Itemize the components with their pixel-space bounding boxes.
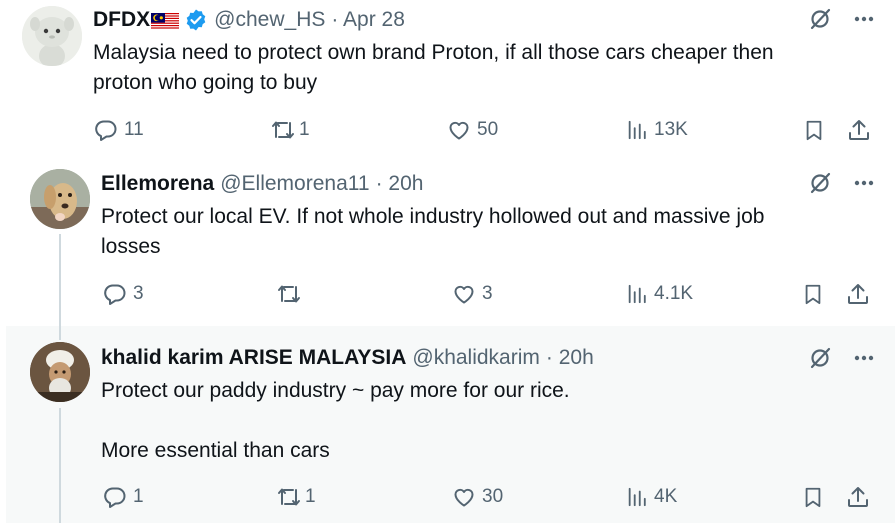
reply-icon: [103, 282, 127, 306]
views-icon: [626, 282, 648, 306]
like-count: 3: [482, 283, 493, 304]
thread-line: [59, 234, 61, 326]
bookmark-button[interactable]: [802, 282, 824, 306]
share-icon: [847, 118, 871, 142]
display-name[interactable]: khalid karim ARISE MALAYSIA: [101, 346, 406, 370]
views-count: 4.1K: [654, 283, 694, 304]
like-count: 50: [477, 119, 499, 140]
reply-icon: [103, 485, 127, 509]
views-button[interactable]: 4.1K: [626, 282, 693, 306]
grok-icon[interactable]: [808, 346, 832, 370]
bookmark-icon: [802, 485, 824, 509]
views-count: 13K: [654, 119, 688, 140]
views-button[interactable]: 4K: [626, 485, 677, 509]
more-icon[interactable]: [852, 7, 876, 31]
reply-tweet[interactable]: khalid karim ARISE MALAYSIA @khalidkarim…: [6, 326, 895, 523]
handle[interactable]: @khalidkarim: [412, 346, 540, 370]
reply-count: 11: [124, 119, 144, 140]
reply-tweet[interactable]: Ellemorena @Ellemorena11 · 20h Protect o…: [6, 152, 895, 326]
bookmark-icon: [802, 282, 824, 306]
timestamp[interactable]: · 20h: [546, 346, 594, 370]
reply-button[interactable]: 11: [94, 118, 144, 142]
views-button[interactable]: 13K: [626, 118, 688, 142]
reply-button[interactable]: 1: [103, 485, 144, 509]
like-count: 30: [482, 486, 504, 507]
like-button[interactable]: 3: [452, 282, 493, 306]
like-icon: [452, 282, 476, 306]
thread-line: [59, 326, 61, 340]
reply-button[interactable]: 3: [103, 282, 144, 306]
retweet-icon: [270, 118, 296, 142]
share-button[interactable]: [847, 118, 871, 142]
timestamp[interactable]: · Apr 28: [331, 8, 405, 32]
share-icon: [846, 485, 870, 509]
thread-line: [59, 408, 61, 523]
more-icon[interactable]: [852, 171, 876, 195]
retweet-icon: [276, 485, 302, 509]
avatar[interactable]: [30, 169, 90, 229]
like-icon: [447, 118, 471, 142]
tweet-text: Protect our paddy industry ~ pay more fo…: [101, 379, 570, 462]
like-button[interactable]: 50: [447, 118, 498, 142]
grok-icon[interactable]: [808, 171, 832, 195]
display-name[interactable]: DFDX: [93, 8, 150, 32]
timestamp[interactable]: · 20h: [376, 172, 424, 196]
reply-icon: [94, 118, 118, 142]
tweet-text: Malaysia need to protect own brand Proto…: [93, 41, 774, 94]
views-icon: [626, 118, 648, 142]
display-name[interactable]: Ellemorena: [101, 172, 214, 196]
share-icon: [846, 282, 870, 306]
retweet-button[interactable]: 1: [276, 485, 316, 509]
avatar[interactable]: [22, 6, 82, 66]
like-button[interactable]: 30: [452, 485, 503, 509]
retweet-icon: [276, 282, 302, 306]
reply-count: 1: [133, 486, 144, 507]
retweet-count: 1: [299, 119, 310, 140]
retweet-button[interactable]: [276, 282, 308, 306]
reply-count: 3: [133, 283, 144, 304]
tweet-text: Protect our local EV. If not whole indus…: [101, 205, 765, 258]
tweet[interactable]: DFDX @chew_HS · Apr 28 Malaysia need to …: [0, 0, 895, 152]
grok-icon[interactable]: [808, 7, 832, 31]
avatar[interactable]: [30, 342, 90, 402]
retweet-count: 1: [305, 486, 316, 507]
views-count: 4K: [654, 486, 678, 507]
bookmark-button[interactable]: [802, 485, 824, 509]
like-icon: [452, 485, 476, 509]
bookmark-icon: [803, 118, 825, 142]
more-icon[interactable]: [852, 346, 876, 370]
share-button[interactable]: [846, 282, 870, 306]
verified-badge-icon: [184, 8, 208, 32]
share-button[interactable]: [846, 485, 870, 509]
retweet-button[interactable]: 1: [270, 118, 310, 142]
handle[interactable]: @chew_HS: [214, 8, 325, 32]
bookmark-button[interactable]: [803, 118, 825, 142]
views-icon: [626, 485, 648, 509]
handle[interactable]: @Ellemorena11: [220, 172, 369, 196]
malaysia-flag-icon: [151, 12, 180, 30]
